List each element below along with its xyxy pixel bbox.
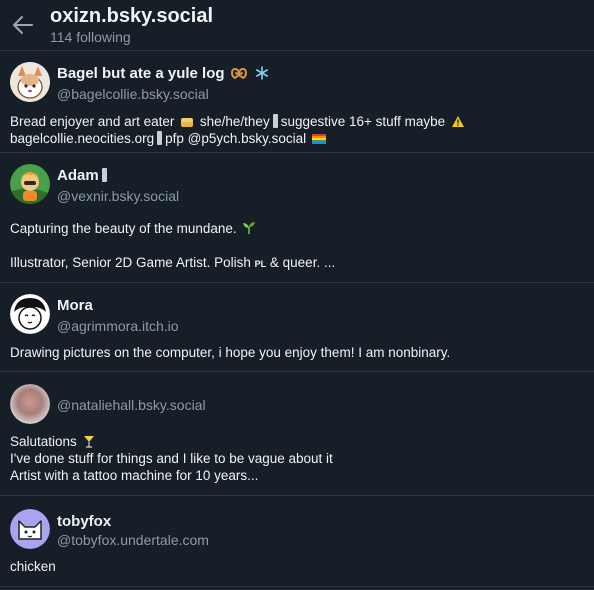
- profile-bio: chicken: [10, 559, 56, 574]
- profile-row-tobyfox[interactable]: tobyfox @tobyfox.undertale.com chicken: [0, 496, 594, 587]
- profile-bio: Salutations I've done stuff for things a…: [10, 434, 333, 483]
- avatar[interactable]: [10, 509, 50, 549]
- avatar[interactable]: [10, 62, 50, 102]
- profile-row-nataliehall[interactable]: @nataliehall.bsky.social Salutations I'v…: [0, 372, 594, 496]
- pl-flag-label: PL: [254, 259, 267, 269]
- separator-icon: [101, 168, 107, 182]
- warning-icon: [451, 115, 465, 132]
- user-handle: @agrimmora.itch.io: [57, 318, 179, 334]
- profile-bio: Capturing the beauty of the mundane. Ill…: [10, 221, 336, 270]
- profile-row-bagel[interactable]: Bagel but ate a yule log @bagelcollie.bs…: [0, 51, 594, 153]
- display-name: Bagel but ate a yule log: [57, 65, 271, 84]
- profile-bio: Drawing pictures on the computer, i hope…: [10, 345, 451, 360]
- user-handle: @vexnir.bsky.social: [57, 188, 180, 204]
- website-link[interactable]: bagelcollie.neocities.org: [10, 131, 154, 146]
- seedling-icon: [242, 221, 256, 239]
- display-name: Mora: [57, 297, 93, 314]
- rainbow-flag-icon: [311, 132, 326, 149]
- page-header: oxizn.bsky.social 114 following: [0, 0, 594, 51]
- display-name: tobyfox: [57, 513, 112, 530]
- user-handle: @bagelcollie.bsky.social: [57, 86, 209, 102]
- separator-icon: [157, 131, 163, 145]
- profile-row-mora[interactable]: Mora @agrimmora.itch.io Drawing pictures…: [0, 283, 594, 372]
- user-handle: @tobyfox.undertale.com: [57, 532, 209, 548]
- display-name: Adam: [57, 167, 110, 184]
- user-handle: @nataliehall.bsky.social: [57, 397, 206, 413]
- profile-row-adam[interactable]: Adam @vexnir.bsky.social Capturing the b…: [0, 153, 594, 283]
- avatar[interactable]: [10, 294, 50, 334]
- avatar[interactable]: [10, 164, 50, 204]
- back-button[interactable]: [11, 14, 35, 36]
- pretzel-icon: [230, 66, 247, 84]
- profile-bio: Bread enjoyer and art eater she/he/they s…: [10, 113, 585, 147]
- avatar[interactable]: [10, 384, 50, 424]
- arrow-left-icon: [13, 16, 33, 34]
- page-title: oxizn.bsky.social: [50, 5, 214, 27]
- snowflake-icon: [255, 66, 269, 84]
- separator-icon: [272, 114, 278, 128]
- following-count: 114 following: [50, 29, 131, 45]
